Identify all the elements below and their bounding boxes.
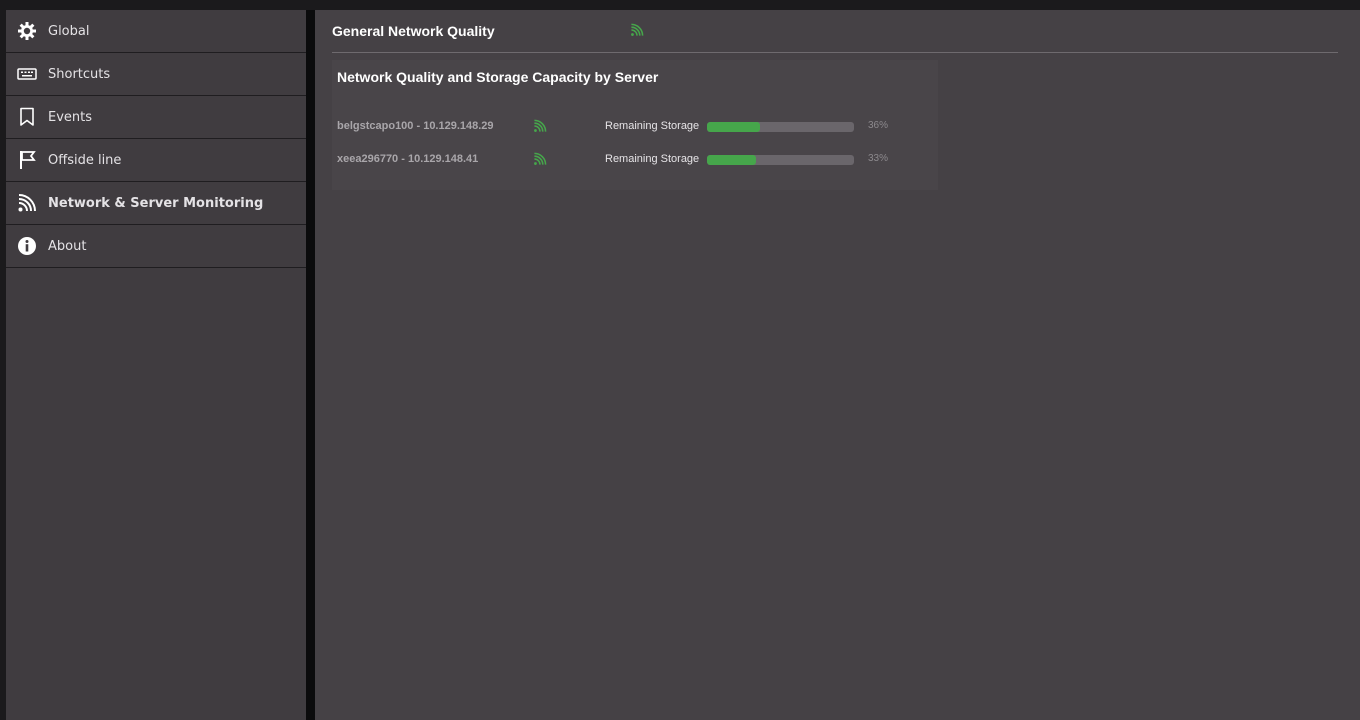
storage-percent: 36%: [868, 120, 889, 131]
app-window: Global Shortcuts Events Offside line Net…: [0, 0, 1360, 720]
server-row: xeea296770 - 10.129.148.41 Remaining Sto…: [337, 152, 927, 168]
info-icon: [16, 235, 38, 257]
server-row: belgstcapo100 - 10.129.148.29 Remaining …: [337, 119, 927, 135]
sidebar-item-label: Events: [48, 109, 93, 125]
page-title: General Network Quality: [332, 23, 495, 39]
storage-label: Remaining Storage: [605, 153, 700, 165]
storage-progress-bar: [707, 155, 854, 165]
server-name: belgstcapo100 - 10.129.148.29: [337, 120, 494, 132]
sidebar-item-events[interactable]: Events: [6, 96, 306, 139]
signal-icon: [533, 152, 547, 171]
sidebar-item-global[interactable]: Global: [6, 10, 306, 53]
sidebar-item-label: About: [48, 238, 87, 254]
sidebar-item-label: Global: [48, 23, 90, 39]
storage-progress-fill: [707, 122, 760, 132]
sidebar-item-label: Shortcuts: [48, 66, 111, 82]
storage-progress-bar: [707, 122, 854, 132]
main-content: General Network Quality Network Quality …: [315, 10, 1360, 720]
server-panel: Network Quality and Storage Capacity by …: [332, 60, 938, 190]
bookmark-icon: [16, 106, 38, 128]
signal-icon: [16, 192, 38, 214]
flag-icon: [16, 149, 38, 171]
storage-percent: 33%: [868, 153, 889, 164]
sidebar-item-label: Offside line: [48, 152, 122, 168]
sidebar-item-offside-line[interactable]: Offside line: [6, 139, 306, 182]
network-quality-header: General Network Quality: [332, 10, 1338, 53]
sidebar: Global Shortcuts Events Offside line Net…: [6, 10, 306, 720]
signal-icon: [533, 119, 547, 138]
gear-icon: [16, 20, 38, 42]
sidebar-item-shortcuts[interactable]: Shortcuts: [6, 53, 306, 96]
storage-progress-fill: [707, 155, 756, 165]
sidebar-item-label: Network & Server Monitoring: [48, 195, 264, 211]
panel-title: Network Quality and Storage Capacity by …: [337, 69, 659, 85]
storage-label: Remaining Storage: [605, 120, 700, 132]
server-name: xeea296770 - 10.129.148.41: [337, 153, 479, 165]
keyboard-icon: [16, 63, 38, 85]
sidebar-item-about[interactable]: About: [6, 225, 306, 268]
signal-icon: [630, 23, 644, 42]
sidebar-item-network-server-monitoring[interactable]: Network & Server Monitoring: [6, 182, 306, 225]
pane-divider[interactable]: [306, 10, 315, 720]
